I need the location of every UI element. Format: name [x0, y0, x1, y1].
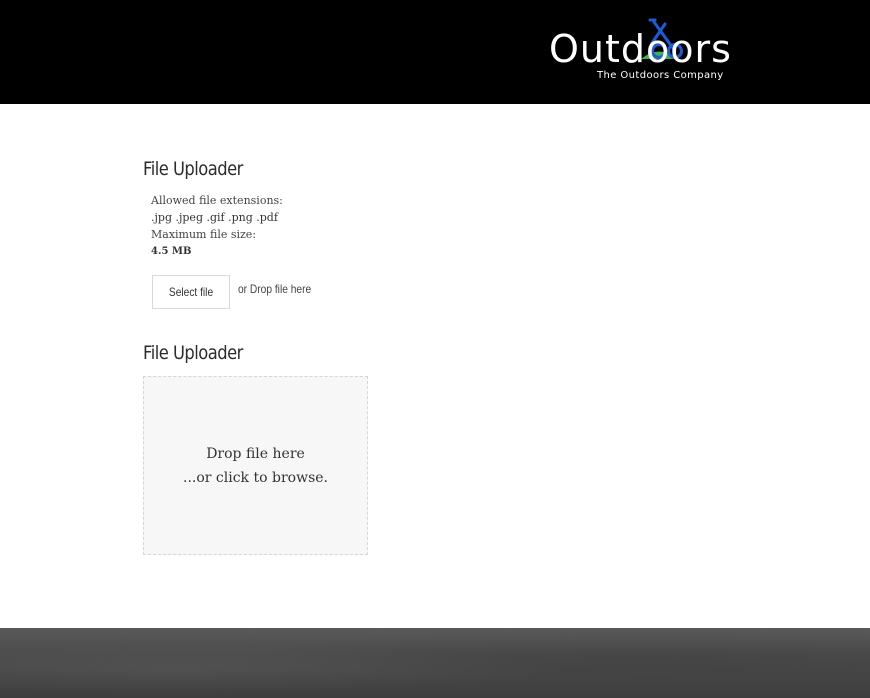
max-size-label: Maximum file size:	[151, 228, 257, 241]
select-file-button[interactable]: Select file	[152, 275, 230, 309]
main-content: File Uploader Allowed file extensions: .…	[0, 104, 870, 628]
uploader-title-2: File Uploader	[143, 342, 243, 364]
dropzone-primary-text: Drop file here	[206, 445, 305, 462]
allowed-extensions-value: .jpg .jpeg .gif .png .pdf	[151, 211, 278, 224]
max-size-value: 4.5 MB	[151, 246, 192, 257]
allowed-extensions-label: Allowed file extensions:	[151, 194, 283, 207]
outdoors-logo[interactable]: Outdoors The Outdoors Company	[549, 16, 729, 82]
dropzone-secondary-text: ...or click to browse.	[183, 469, 328, 486]
uploader-title: File Uploader	[143, 158, 243, 180]
site-header: Outdoors The Outdoors Company	[0, 0, 870, 104]
footer-texture	[0, 628, 870, 698]
logo-wordmark: Outdoors	[549, 27, 729, 71]
logo-tagline: The Outdoors Company	[596, 70, 724, 81]
site-footer	[0, 628, 870, 698]
upload-requirements: Allowed file extensions: .jpg .jpeg .gif…	[151, 192, 283, 260]
select-file-label: Select file	[168, 285, 214, 299]
drop-file-hint: or Drop file here	[238, 282, 312, 296]
file-dropzone[interactable]: Drop file here ...or click to browse.	[143, 376, 368, 555]
